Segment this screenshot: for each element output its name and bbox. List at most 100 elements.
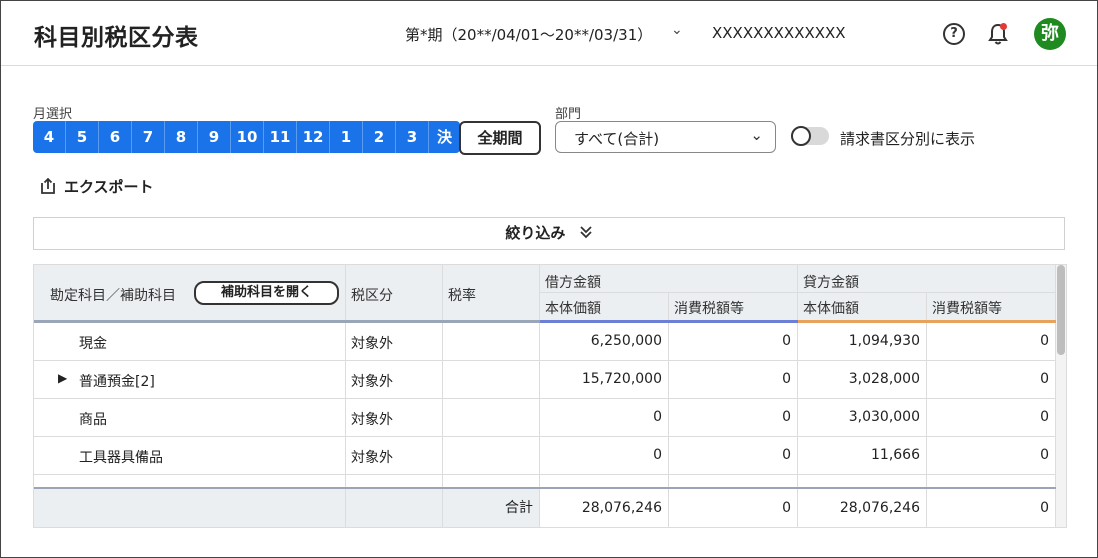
month-selector: 4 5 6 7 8 9 10 11 12 1 2 3 決: [33, 121, 460, 153]
table-row[interactable]: 商品 対象外 0 0 3,030,000 0: [34, 399, 1056, 437]
export-button[interactable]: エクスポート: [40, 176, 154, 197]
tax-class-cell: 対象外: [346, 437, 443, 474]
tax-rate-cell: [443, 437, 540, 474]
header-debit-cell: 借方金額: [540, 265, 798, 293]
total-blank-cell: [346, 489, 443, 527]
table-row[interactable]: 工具器具備品 対象外 0 0 11,666 0: [34, 437, 1056, 475]
header-credit-tax: 消費税額等: [932, 301, 1002, 317]
debit-tax: 0: [669, 323, 798, 360]
total-credit-tax: 0: [927, 489, 1056, 527]
bell-icon[interactable]: [987, 22, 1009, 46]
month-button[interactable]: 4: [33, 121, 66, 153]
filter-label: 絞り込み: [505, 224, 566, 242]
month-button[interactable]: 10: [231, 121, 264, 153]
total-debit-tax: 0: [669, 489, 798, 527]
tax-class-cell: 対象外: [346, 361, 443, 398]
account-cell: ▶ 普通預金[2]: [34, 361, 346, 398]
account-name: 工具器具備品: [79, 450, 163, 466]
account-cell: 商品: [34, 399, 346, 436]
tax-rate-cell: [443, 399, 540, 436]
total-debit-body: 28,076,246: [540, 489, 669, 527]
debit-body: 15,720,000: [540, 361, 669, 398]
open-sub-accounts-button[interactable]: 補助科目を開く: [194, 281, 339, 305]
month-button[interactable]: 7: [132, 121, 165, 153]
total-row: 合計 28,076,246 0 28,076,246 0: [34, 489, 1056, 527]
month-button[interactable]: 11: [264, 121, 297, 153]
header-debit-body-cell: 本体価額: [540, 293, 669, 320]
month-button[interactable]: 2: [363, 121, 396, 153]
export-label: エクスポート: [64, 178, 154, 196]
header-credit-body-cell: 本体価額: [798, 293, 927, 320]
chevron-down-icon[interactable]: ⌄: [671, 22, 683, 38]
double-chevron-down-icon: [579, 224, 593, 242]
tax-class-cell: 対象外: [346, 399, 443, 436]
account-name: 商品: [79, 412, 107, 428]
question-circle-icon[interactable]: ?: [943, 23, 965, 45]
tax-class: 対象外: [351, 412, 393, 428]
department-select[interactable]: すべて(合計) ⌄: [555, 121, 776, 153]
table-row[interactable]: ▶ 普通預金[2] 対象外 15,720,000 0 3,028,000 0: [34, 361, 1056, 399]
debit-tax: 0: [669, 399, 798, 436]
tax-table: 勘定科目／補助科目 補助科目を開く 税区分 税率 借方金額 貸方金額 本体価額 …: [33, 264, 1067, 528]
credit-tax: 0: [927, 361, 1056, 398]
table-header: 勘定科目／補助科目 補助科目を開く 税区分 税率 借方金額 貸方金額 本体価額 …: [34, 265, 1056, 320]
month-button[interactable]: 1: [330, 121, 363, 153]
account-cell: 工具器具備品: [34, 437, 346, 474]
debit-body: 0: [540, 437, 669, 474]
header-debit-tax-cell: 消費税額等: [669, 293, 798, 320]
tax-class-cell: 対象外: [346, 323, 443, 360]
credit-body: 11,666: [798, 437, 927, 474]
tax-class: 対象外: [351, 450, 393, 466]
tax-rate-cell: [443, 323, 540, 360]
month-button[interactable]: 3: [396, 121, 429, 153]
company-name: XXXXXXXXXXXXX: [712, 24, 846, 42]
header-tax-rate: 税率: [448, 288, 476, 304]
scrollbar-thumb[interactable]: [1057, 265, 1065, 355]
header-credit-body: 本体価額: [803, 301, 859, 317]
header-account-cell: 勘定科目／補助科目 補助科目を開く: [34, 265, 346, 320]
header-debit-body: 本体価額: [545, 301, 601, 317]
total-blank-cell: [34, 489, 346, 527]
account-name: 現金: [79, 336, 107, 352]
header-debit: 借方金額: [545, 275, 601, 291]
month-select-label: 月選択: [33, 107, 73, 122]
period-selector[interactable]: 第*期（20**/04/01〜20**/03/31）: [405, 24, 652, 45]
toggle-knob: [791, 126, 811, 146]
tax-rate-cell: [443, 361, 540, 398]
month-button[interactable]: 8: [165, 121, 198, 153]
total-credit-body: 28,076,246: [798, 489, 927, 527]
month-button[interactable]: 12: [297, 121, 330, 153]
month-button[interactable]: 6: [99, 121, 132, 153]
department-label: 部門: [555, 107, 582, 122]
all-period-button[interactable]: 全期間: [459, 121, 541, 155]
debit-body: 0: [540, 399, 669, 436]
filter-toggle[interactable]: 絞り込み: [33, 217, 1065, 250]
chevron-down-icon: ⌄: [750, 126, 763, 144]
month-button[interactable]: 5: [66, 121, 99, 153]
header-credit-tax-cell: 消費税額等: [927, 293, 1056, 320]
account-cell: 現金: [34, 323, 346, 360]
invoice-toggle-label: 請求書区分別に表示: [840, 130, 976, 148]
invoice-toggle[interactable]: [791, 126, 829, 146]
month-button[interactable]: 決: [429, 121, 460, 153]
header-tax-class-cell: 税区分: [346, 265, 443, 320]
export-icon: [40, 177, 56, 194]
credit-tax: 0: [927, 399, 1056, 436]
tax-class: 対象外: [351, 336, 393, 352]
header-account: 勘定科目／補助科目: [50, 288, 176, 304]
credit-body: 1,094,930: [798, 323, 927, 360]
table-row[interactable]: 現金 対象外 6,250,000 0 1,094,930 0: [34, 323, 1056, 361]
expand-triangle-icon[interactable]: ▶: [58, 371, 67, 385]
account-name: 普通預金[2]: [79, 374, 155, 390]
debit-tax: 0: [669, 437, 798, 474]
month-button[interactable]: 9: [198, 121, 231, 153]
header-tax-rate-cell: 税率: [443, 265, 540, 320]
header-credit-cell: 貸方金額: [798, 265, 1056, 293]
app-header: 科目別税区分表 第*期（20**/04/01〜20**/03/31） ⌄ XXX…: [1, 1, 1097, 66]
header-tax-class: 税区分: [351, 288, 393, 304]
header-credit: 貸方金額: [803, 275, 859, 291]
credit-body: 3,028,000: [798, 361, 927, 398]
avatar[interactable]: 弥: [1034, 18, 1066, 50]
header-debit-tax: 消費税額等: [674, 301, 744, 317]
department-value: すべて(合計): [574, 130, 660, 148]
